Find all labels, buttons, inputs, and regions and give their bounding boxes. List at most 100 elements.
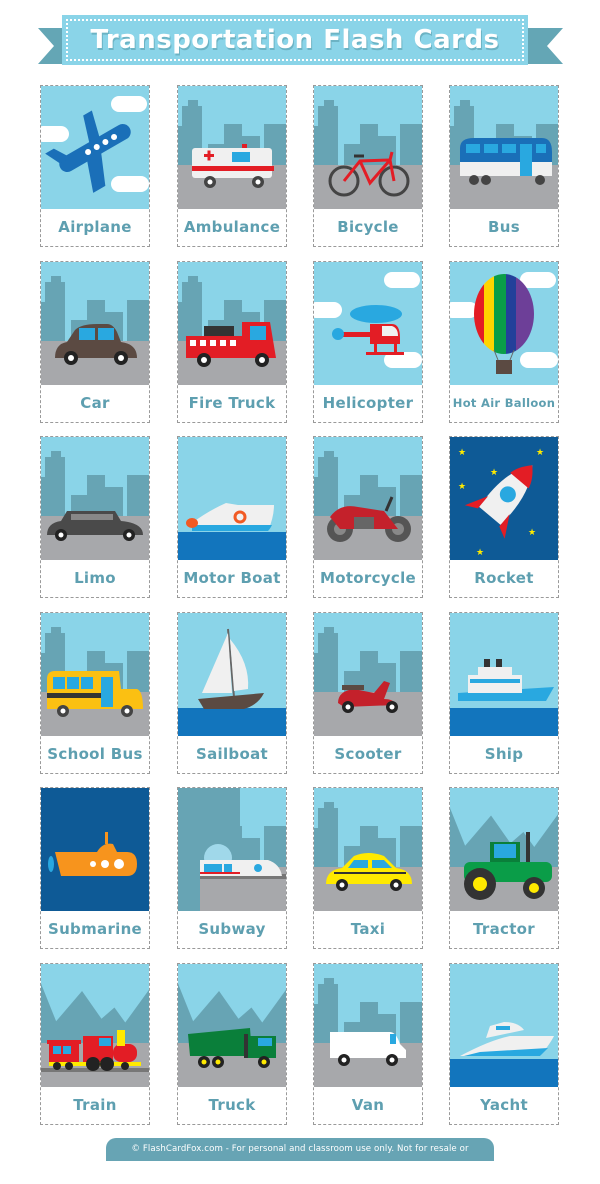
card-label: Ship (484, 744, 524, 763)
ambulance-icon (178, 86, 286, 209)
flash-card-bus: Bus (449, 85, 559, 247)
limo-icon (41, 437, 149, 560)
tractor-icon (450, 788, 558, 911)
yacht-icon (450, 964, 558, 1087)
card-illustration (314, 963, 422, 1087)
flash-card-fire-truck: Fire Truck (177, 260, 287, 423)
card-illustration (314, 86, 422, 209)
flash-card-tractor: Tractor (449, 787, 559, 949)
card-label: Limo (74, 569, 116, 587)
car-icon (41, 262, 149, 385)
flash-card-airplane: Airplane (40, 85, 150, 247)
card-label: Train (73, 1095, 117, 1114)
card-illustration (178, 612, 286, 736)
flash-card-truck: Truck (177, 962, 287, 1125)
card-label: Fire Truck (188, 393, 276, 412)
card-label: Bicycle (337, 218, 399, 236)
van-icon (314, 964, 422, 1087)
flash-card-scooter: Scooter (313, 611, 423, 774)
card-illustration (41, 788, 149, 911)
card-label: Car (80, 393, 110, 412)
card-illustration (450, 86, 558, 209)
flash-card-taxi: Taxi (313, 787, 423, 949)
card-illustration: ★ ★ ★ ★ ★ ★ (450, 437, 558, 560)
flash-card-subway: Subway (177, 787, 287, 949)
card-label: Sailboat (196, 744, 268, 763)
train-icon (41, 964, 149, 1087)
helicopter-icon (314, 262, 422, 385)
footer-copyright: © FlashCardFox.com - For personal and cl… (106, 1138, 494, 1177)
taxi-icon (314, 788, 422, 911)
card-label: Truck (208, 1095, 256, 1114)
flash-card-van: Van (313, 962, 423, 1125)
flash-card-bicycle: Bicycle (313, 85, 423, 247)
card-illustration (314, 261, 422, 385)
flash-card-yacht: Yacht (449, 962, 559, 1125)
card-illustration (450, 261, 558, 385)
svg-text:★: ★ (536, 448, 544, 458)
truck-icon (178, 964, 286, 1087)
svg-text:★: ★ (458, 448, 466, 458)
hot-air-balloon-icon (450, 262, 558, 385)
school-bus-icon (41, 613, 149, 736)
sailboat-icon (178, 613, 286, 736)
flash-card-train: Train (40, 962, 150, 1125)
card-label: Hot Air Balloon (452, 395, 556, 410)
rocket-icon: ★ ★ ★ ★ ★ ★ (450, 437, 558, 560)
page-title: Transportation Flash Cards (90, 25, 500, 55)
card-illustration (41, 612, 149, 736)
card-illustration (450, 612, 558, 736)
card-label: Motorcycle (320, 569, 416, 587)
subway-icon (178, 788, 286, 911)
card-illustration (314, 788, 422, 911)
svg-text:★: ★ (528, 528, 536, 538)
card-illustration (314, 612, 422, 736)
card-illustration (178, 437, 286, 560)
fire-truck-icon (178, 262, 286, 385)
airplane-icon (41, 86, 149, 209)
flash-card-ship: Ship (449, 611, 559, 774)
flash-card-helicopter: Helicopter (313, 260, 423, 423)
bus-icon (450, 86, 558, 209)
submarine-icon (41, 788, 149, 911)
card-illustration (178, 963, 286, 1087)
card-label: Ambulance (183, 218, 281, 236)
card-label: Rocket (474, 569, 534, 587)
svg-text:★: ★ (476, 548, 484, 558)
card-illustration (41, 86, 149, 209)
card-label: Tractor (473, 920, 535, 938)
card-label: Helicopter (322, 393, 414, 412)
flash-card-motorcycle: Motorcycle (313, 436, 423, 598)
flash-card-car: Car (40, 260, 150, 423)
flash-card-rocket: ★ ★ ★ ★ ★ ★ Rocket (449, 436, 559, 598)
card-label: Yacht (480, 1095, 528, 1114)
flash-card-limo: Limo (40, 436, 150, 598)
card-illustration (178, 261, 286, 385)
card-label: Submarine (47, 920, 143, 938)
card-illustration (450, 963, 558, 1087)
flash-card-submarine: Submarine (40, 787, 150, 949)
card-label: Scooter (334, 744, 402, 763)
card-label: School Bus (47, 744, 143, 763)
motorcycle-icon (314, 437, 422, 560)
flash-card-hot-air-balloon: Hot Air Balloon (449, 260, 559, 423)
flash-card-sailboat: Sailboat (177, 611, 287, 774)
card-illustration (450, 788, 558, 911)
card-label: Airplane (58, 218, 132, 236)
card-illustration (178, 788, 286, 911)
svg-text:★: ★ (458, 482, 466, 492)
card-illustration (41, 261, 149, 385)
title-banner: Transportation Flash Cards (62, 15, 528, 65)
card-illustration (41, 437, 149, 560)
motor-boat-icon (178, 437, 286, 560)
card-label: Taxi (350, 920, 386, 938)
flash-card-school-bus: School Bus (40, 611, 150, 774)
svg-text:★: ★ (490, 468, 498, 478)
card-label: Bus (488, 218, 520, 236)
scooter-icon (314, 613, 422, 736)
flash-card-ambulance: Ambulance (177, 85, 287, 247)
card-illustration (178, 86, 286, 209)
ship-icon (450, 613, 558, 736)
card-label: Van (351, 1095, 385, 1114)
bicycle-icon (314, 86, 422, 209)
